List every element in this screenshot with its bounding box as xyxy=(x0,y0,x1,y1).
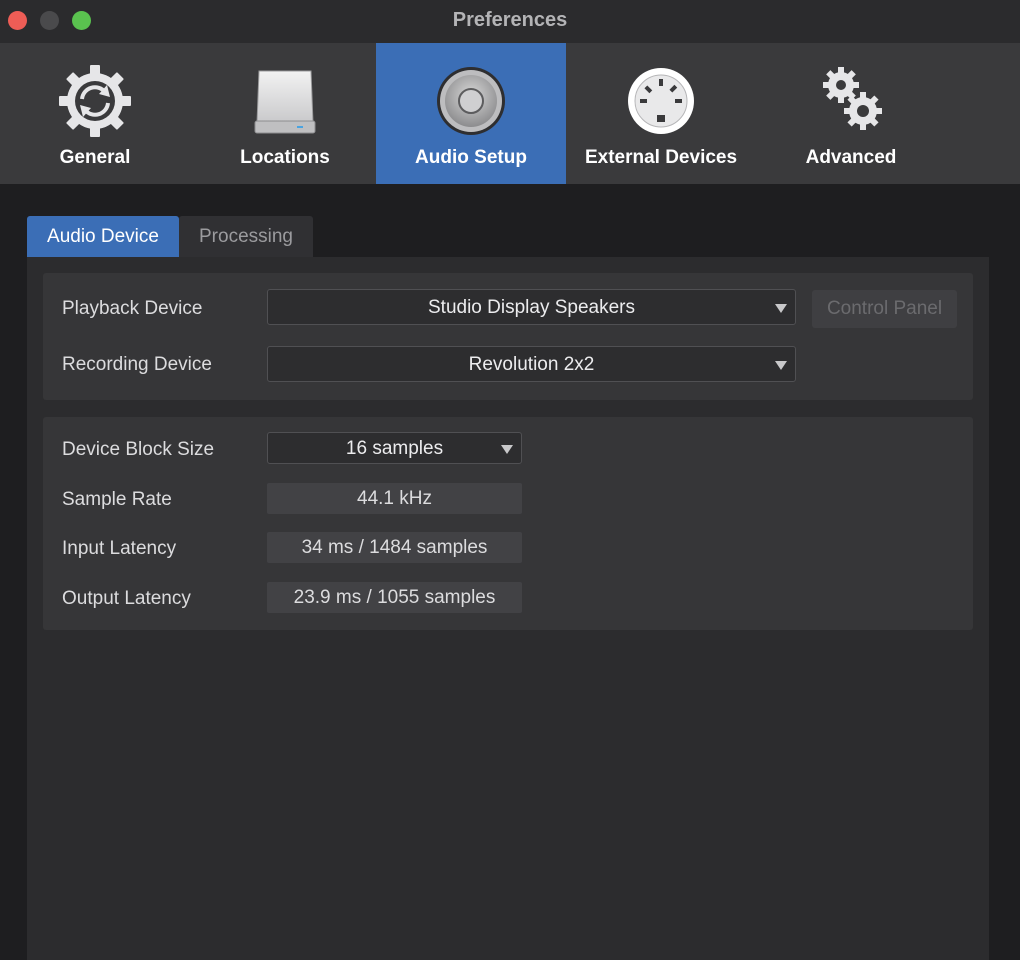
input-latency-label: Input Latency xyxy=(62,538,177,559)
maximize-window-button[interactable] xyxy=(72,11,91,30)
minimize-window-button[interactable] xyxy=(40,11,59,30)
gear-refresh-icon xyxy=(59,65,131,137)
playback-device-label: Playback Device xyxy=(62,298,203,319)
toolbar-label-external-devices: External Devices xyxy=(584,147,738,168)
device-block-size-label: Device Block Size xyxy=(62,439,215,460)
title-bar: Preferences xyxy=(0,0,1020,43)
toolbar-label-locations: Locations xyxy=(240,147,330,168)
recording-device-select[interactable]: Revolution 2x2 xyxy=(267,346,796,382)
control-panel-button: Control Panel xyxy=(812,290,957,328)
gears-icon xyxy=(823,67,882,130)
close-window-button[interactable] xyxy=(8,11,27,30)
drive-icon xyxy=(254,70,316,134)
toolbar-label-general: General xyxy=(59,147,131,168)
tab-processing[interactable]: Processing xyxy=(179,216,313,257)
toolbar-label-audio-setup: Audio Setup xyxy=(415,147,527,168)
device-selection-group: Playback Device Studio Display Speakers … xyxy=(43,273,973,400)
toolbar-label-advanced: Advanced xyxy=(805,147,897,168)
output-latency-value: 23.9 ms / 1055 samples xyxy=(267,582,522,613)
toolbar-item-locations[interactable]: Locations xyxy=(190,43,380,184)
device-settings-group: Device Block Size 16 samples Sample Rate… xyxy=(43,417,973,630)
toolbar-item-advanced[interactable]: Advanced xyxy=(756,43,946,184)
playback-device-value: Studio Display Speakers xyxy=(428,297,635,318)
preferences-window: Preferences General Locations Audio Setu… xyxy=(0,0,1020,960)
sample-rate-label: Sample Rate xyxy=(62,489,172,510)
toolbar-item-external-devices[interactable]: External Devices xyxy=(566,43,756,184)
chevron-down-icon xyxy=(501,445,513,454)
output-latency-label: Output Latency xyxy=(62,588,191,609)
recording-device-label: Recording Device xyxy=(62,354,212,375)
toolbar-item-general[interactable]: General xyxy=(0,43,190,184)
chevron-down-icon xyxy=(775,361,787,370)
chevron-down-icon xyxy=(775,304,787,313)
device-block-size-value: 16 samples xyxy=(345,438,444,459)
tab-audio-device[interactable]: Audio Device xyxy=(27,216,179,257)
audio-device-panel: Playback Device Studio Display Speakers … xyxy=(27,257,989,960)
sample-rate-value: 44.1 kHz xyxy=(267,483,522,514)
input-latency-value: 34 ms / 1484 samples xyxy=(267,532,522,563)
playback-device-select[interactable]: Studio Display Speakers xyxy=(267,289,796,325)
preferences-toolbar: General Locations Audio Setup External D… xyxy=(0,43,1020,184)
window-title: Preferences xyxy=(452,9,568,31)
midi-port-icon xyxy=(628,68,694,134)
speaker-icon xyxy=(437,67,505,135)
toolbar-item-audio-setup[interactable]: Audio Setup xyxy=(376,43,566,184)
recording-device-value: Revolution 2x2 xyxy=(468,354,595,375)
device-block-size-select[interactable]: 16 samples xyxy=(267,432,522,464)
